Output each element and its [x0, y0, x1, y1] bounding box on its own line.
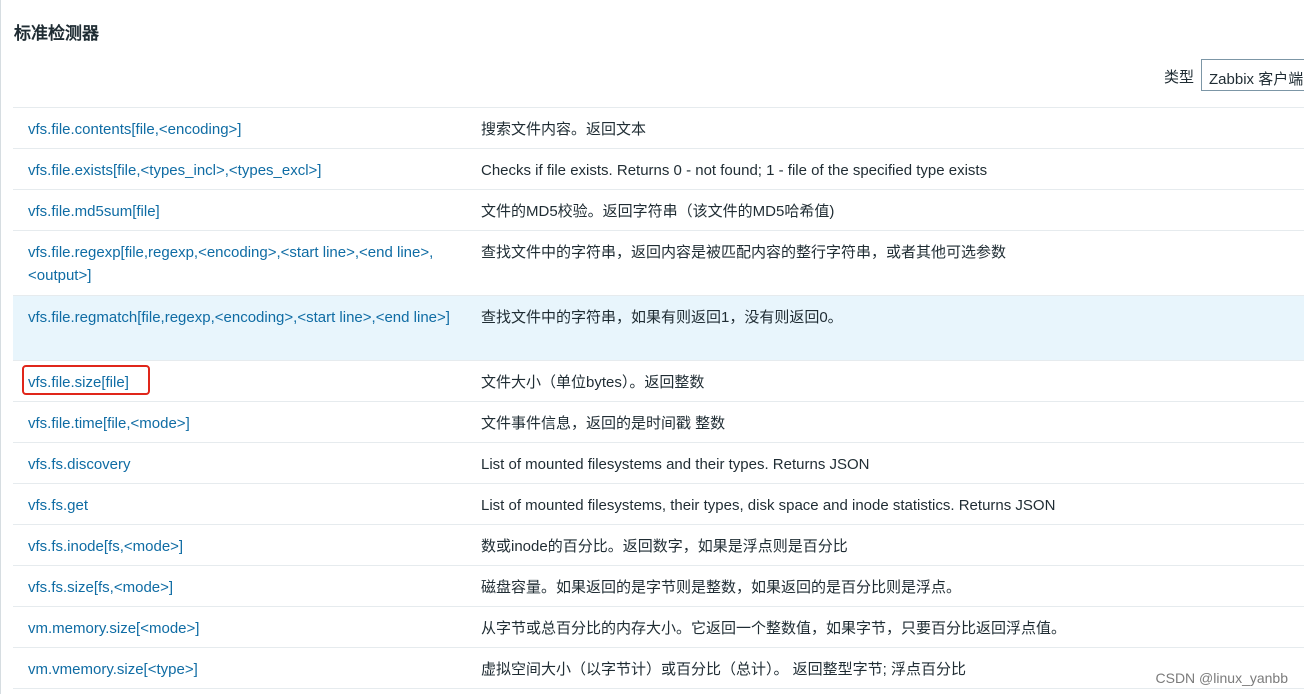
- highlight-annotation-box: [22, 365, 150, 395]
- table-row-hovered[interactable]: vfs.file.regmatch[file,regexp,<encoding>…: [13, 296, 1304, 361]
- item-key-link[interactable]: vfs.file.regmatch[file,regexp,<encoding>…: [28, 306, 458, 329]
- item-description: Checks if file exists. Returns 0 - not f…: [481, 162, 988, 179]
- frame-border: [0, 0, 1, 694]
- table-row[interactable]: vfs.file.time[file,<mode>] 文件事件信息，返回的是时间…: [13, 402, 1304, 443]
- table-row[interactable]: vfs.file.exists[file,<types_incl>,<types…: [13, 149, 1304, 190]
- watermark: CSDN @linux_yanbb: [1155, 670, 1289, 686]
- item-description: List of mounted filesystems and their ty…: [481, 456, 870, 473]
- item-key-link[interactable]: vfs.file.regexp[file,regexp,<encoding>,<…: [28, 241, 458, 287]
- item-description: 文件大小（单位bytes）。返回整数: [481, 374, 705, 391]
- item-key-link[interactable]: vfs.file.exists[file,<types_incl>,<types…: [28, 159, 458, 182]
- table-row[interactable]: vfs.file.md5sum[file] 文件的MD5校验。返回字符串（该文件…: [13, 190, 1304, 231]
- type-filter-label: 类型: [1164, 69, 1195, 86]
- item-key-link[interactable]: vm.vmemory.size[<type>]: [28, 658, 458, 681]
- item-description: 文件的MD5校验。返回字符串（该文件的MD5哈希值): [481, 203, 835, 220]
- item-key-link[interactable]: vm.memory.size[<mode>]: [28, 617, 458, 640]
- item-key-link[interactable]: vfs.fs.get: [28, 494, 458, 517]
- item-description: 数或inode的百分比。返回数字，如果是浮点则是百分比: [481, 538, 848, 555]
- table-row[interactable]: vfs.file.regexp[file,regexp,<encoding>,<…: [13, 231, 1304, 296]
- table-row[interactable]: vfs.file.size[file] 文件大小（单位bytes）。返回整数: [13, 361, 1304, 402]
- table-row[interactable]: vfs.fs.discovery List of mounted filesys…: [13, 443, 1304, 484]
- item-description: 查找文件中的字符串，如果有则返回1，没有则返回0。: [481, 309, 843, 326]
- item-key-table: vfs.file.contents[file,<encoding>] 搜索文件内…: [13, 107, 1304, 689]
- item-description: 搜索文件内容。返回文本: [481, 121, 647, 138]
- item-key-link[interactable]: vfs.fs.discovery: [28, 453, 458, 476]
- item-description: 查找文件中的字符串，返回内容是被匹配内容的整行字符串，或者其他可选参数: [481, 244, 1007, 261]
- item-description: List of mounted filesystems, their types…: [481, 497, 1056, 514]
- item-description: 磁盘容量。如果返回的是字节则是整数，如果返回的是百分比则是浮点。: [481, 579, 962, 596]
- table-row[interactable]: vfs.fs.size[fs,<mode>] 磁盘容量。如果返回的是字节则是整数…: [13, 566, 1304, 607]
- table-row[interactable]: vm.vmemory.size[<type>] 虚拟空间大小（以字节计）或百分比…: [13, 648, 1304, 689]
- item-key-link[interactable]: vfs.fs.inode[fs,<mode>]: [28, 535, 458, 558]
- table-row[interactable]: vfs.fs.inode[fs,<mode>] 数或inode的百分比。返回数字…: [13, 525, 1304, 566]
- table-row[interactable]: vfs.file.contents[file,<encoding>] 搜索文件内…: [13, 108, 1304, 149]
- item-key-link[interactable]: vfs.file.contents[file,<encoding>]: [28, 118, 458, 141]
- table-row[interactable]: vfs.fs.get List of mounted filesystems, …: [13, 484, 1304, 525]
- item-description: 文件事件信息，返回的是时间戳 整数: [481, 415, 726, 432]
- type-filter-select[interactable]: Zabbix 客户端: [1201, 59, 1304, 91]
- item-key-link[interactable]: vfs.file.time[file,<mode>]: [28, 412, 458, 435]
- item-description: 从字节或总百分比的内存大小。它返回一个整数值，如果字节，只要百分比返回浮点值。: [481, 620, 1067, 637]
- item-key-link[interactable]: vfs.fs.size[fs,<mode>]: [28, 576, 458, 599]
- item-key-link[interactable]: vfs.file.md5sum[file]: [28, 200, 458, 223]
- table-row[interactable]: vm.memory.size[<mode>] 从字节或总百分比的内存大小。它返回…: [13, 607, 1304, 648]
- page-title: 标准检测器: [14, 24, 99, 43]
